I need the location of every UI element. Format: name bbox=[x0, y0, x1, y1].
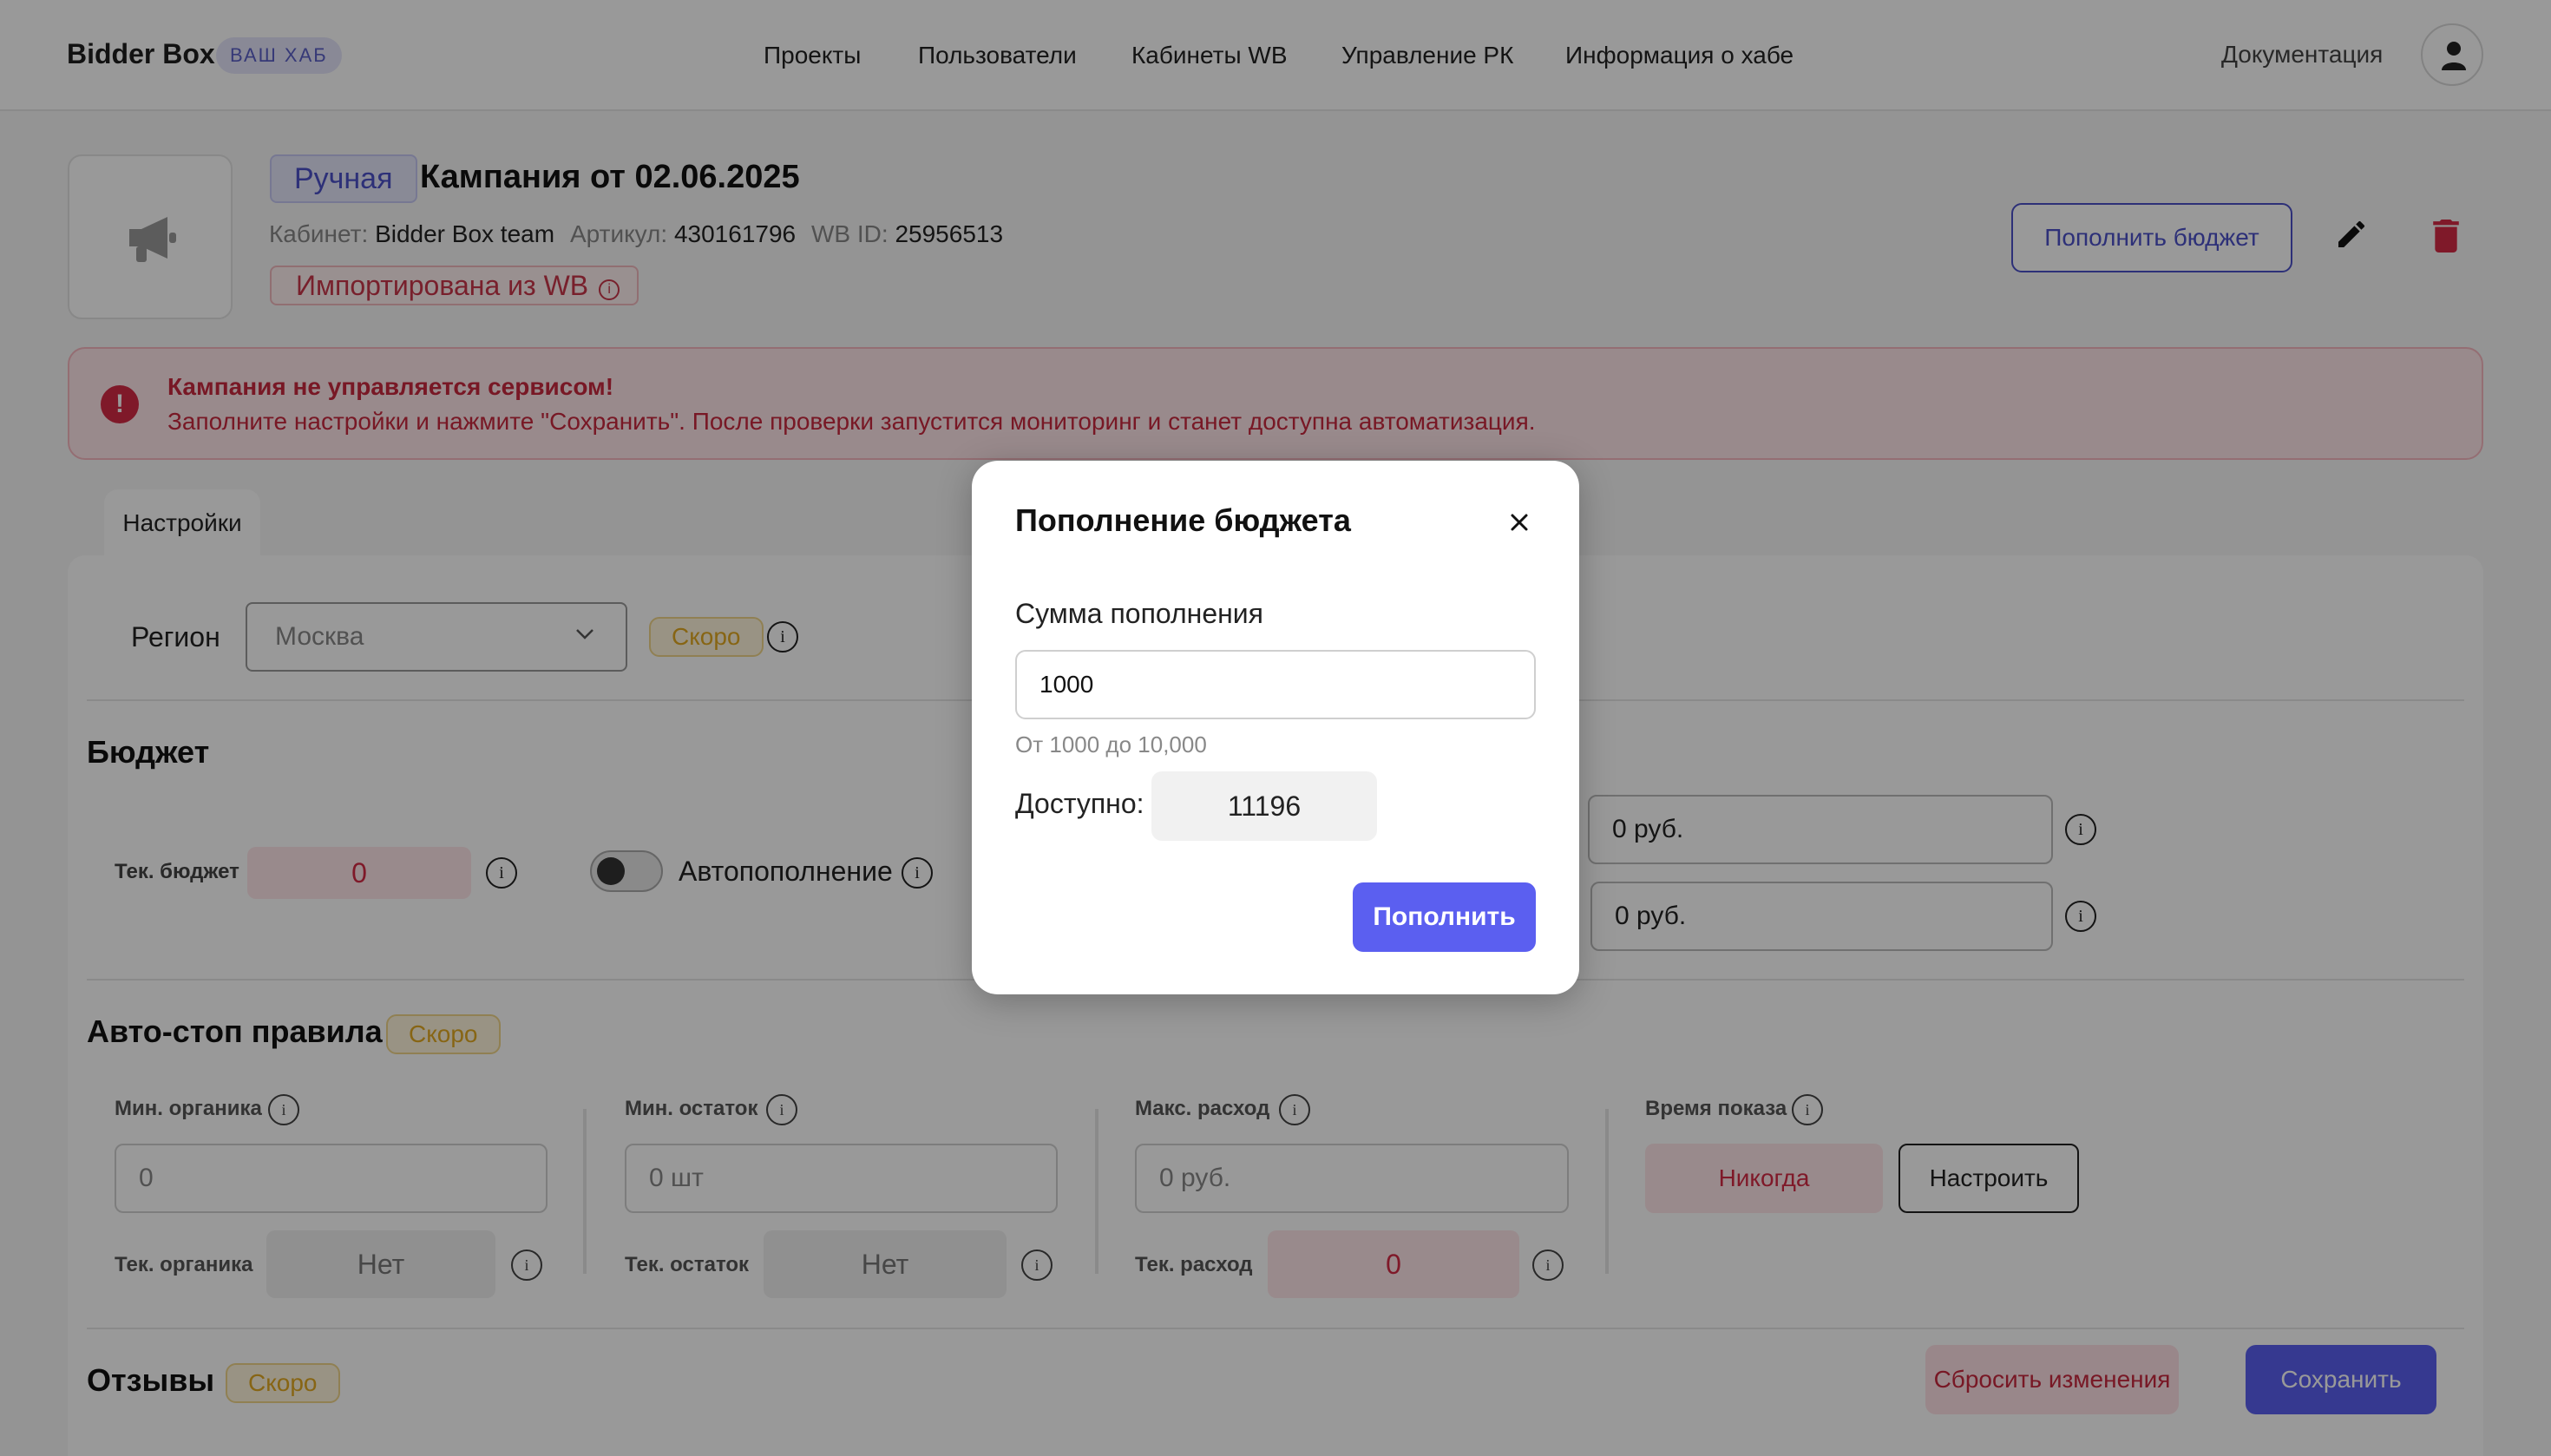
modal-title: Пополнение бюджета bbox=[1015, 502, 1351, 538]
topup-submit-button[interactable]: Пополнить bbox=[1353, 882, 1536, 952]
amount-label: Сумма пополнения bbox=[1015, 598, 1263, 629]
amount-hint: От 1000 до 10,000 bbox=[1015, 731, 1207, 758]
topup-modal: Пополнение бюджета Сумма пополнения От 1… bbox=[972, 461, 1579, 994]
close-icon[interactable] bbox=[1505, 508, 1534, 537]
available-value: 11196 bbox=[1151, 771, 1377, 841]
amount-input[interactable] bbox=[1015, 650, 1536, 719]
available-label: Доступно: bbox=[1015, 788, 1144, 819]
